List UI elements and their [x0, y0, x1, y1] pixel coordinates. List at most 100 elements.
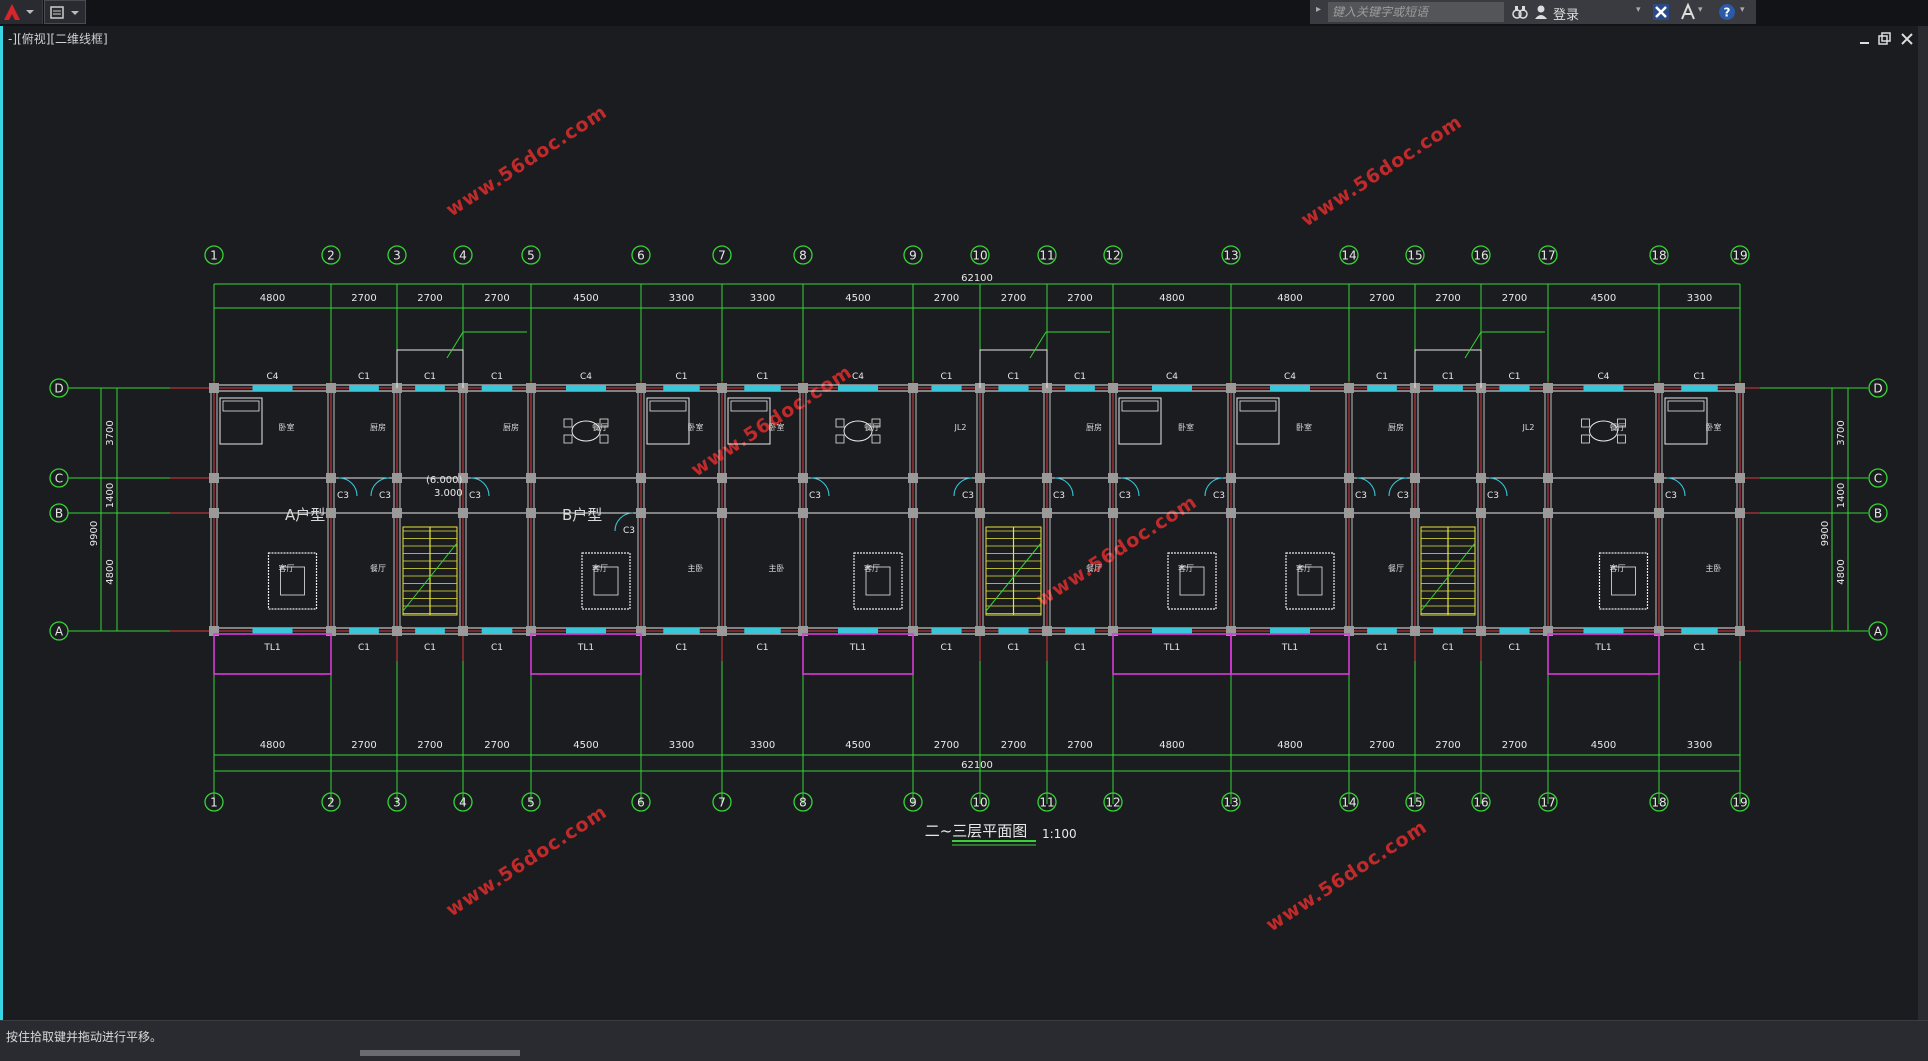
chevron-down-icon[interactable]: ▾: [1636, 5, 1641, 15]
binoculars-icon[interactable]: [1512, 4, 1528, 20]
axis-number: 1: [210, 249, 218, 263]
column: [798, 473, 808, 483]
sofa-rug: [267, 552, 318, 610]
status-bar: [0, 1020, 1928, 1061]
column: [1108, 508, 1118, 518]
axis-number: 10: [972, 249, 987, 263]
room-label: 客厅: [864, 563, 880, 573]
window: [1583, 628, 1624, 634]
room-label: 餐厅: [1086, 564, 1102, 573]
side-total-dimension: 9900: [89, 521, 100, 546]
axis-number: 19: [1732, 249, 1747, 263]
dimension-value: 2700: [351, 740, 376, 751]
window-tag: TL1: [849, 643, 866, 653]
axis-number: 5: [527, 796, 535, 810]
axis-letter: D: [1873, 382, 1882, 396]
room-label: 餐厅: [370, 564, 386, 573]
dimension-value: 2700: [484, 293, 509, 304]
dimension-value: 4800: [1277, 740, 1302, 751]
window: [1152, 385, 1192, 391]
chair: [563, 434, 573, 444]
room-label: 卧室: [279, 422, 295, 432]
column: [717, 508, 727, 518]
autodesk-a360-icon[interactable]: [1679, 3, 1697, 21]
window: [566, 385, 606, 391]
dimension-value: 2700: [1502, 740, 1527, 751]
axis-number: 3: [393, 796, 401, 810]
column: [975, 626, 985, 636]
bed: [1118, 397, 1162, 445]
row-dimension: 4800: [105, 559, 116, 584]
dimension-value: 2700: [1001, 740, 1026, 751]
chair: [599, 434, 609, 444]
row-dimension: 3700: [1836, 420, 1847, 445]
svg-text:?: ?: [1724, 6, 1731, 20]
balcony: [530, 633, 642, 675]
window: [1681, 628, 1718, 634]
room-label: 卧室: [688, 422, 704, 432]
window-tag: C1: [756, 643, 768, 653]
column: [1344, 383, 1354, 393]
bed-pillow: [730, 400, 768, 412]
window: [663, 385, 700, 391]
bed-pillow: [649, 400, 687, 412]
quick-access-toolbar-button[interactable]: [44, 0, 86, 24]
horizontal-scrollbar-thumb[interactable]: [360, 1050, 520, 1056]
dimension-value: 2700: [1067, 740, 1092, 751]
window: [349, 628, 379, 634]
room-label: 卧室: [1178, 422, 1194, 432]
leader-line: [1464, 331, 1482, 359]
help-icon[interactable]: ?: [1718, 3, 1736, 21]
dimension-value: 3300: [1687, 293, 1712, 304]
dimension-value: 2700: [1435, 293, 1460, 304]
dimension-value: 2700: [484, 740, 509, 751]
window: [998, 385, 1029, 391]
sofa-rug: [853, 552, 903, 610]
application-menu-button[interactable]: [0, 0, 43, 24]
window: [1270, 385, 1310, 391]
axis-letter: A: [1874, 625, 1883, 639]
plan-geometry: C4 TL1 C1 C1 C1 C1 C1 C1 C4 TL1 C1 C1 C1 C1 C4 TL1 C1 C1 C…: [209, 331, 1745, 675]
column: [392, 626, 402, 636]
elevation-label: 3.000: [434, 488, 463, 499]
axis-number: 4: [459, 249, 467, 263]
window: [415, 385, 445, 391]
window: [1065, 628, 1095, 634]
window: [663, 628, 700, 634]
window: [252, 385, 293, 391]
chevron-down-icon[interactable]: ▾: [1740, 5, 1745, 15]
axis-letter: B: [1874, 507, 1882, 521]
axis-number: 12: [1105, 249, 1120, 263]
axis-letter: C: [1874, 472, 1882, 486]
user-icon[interactable]: [1534, 4, 1548, 20]
exchange-icon[interactable]: [1652, 3, 1670, 21]
column: [326, 383, 336, 393]
chair: [835, 434, 845, 444]
chevron-down-icon[interactable]: ▾: [1698, 5, 1703, 15]
search-input[interactable]: [1328, 2, 1504, 22]
vertical-scrollbar[interactable]: [1918, 26, 1928, 1028]
sofa-rug: [1285, 552, 1335, 610]
balcony: [1230, 633, 1350, 675]
room-label: 餐厅: [1388, 564, 1404, 573]
chair: [563, 418, 573, 428]
dimension-value: 2700: [934, 740, 959, 751]
dimension-value: 4800: [1159, 293, 1184, 304]
axis-number: 17: [1540, 796, 1555, 810]
axis-letter: B: [55, 507, 63, 521]
window: [1152, 628, 1192, 634]
entrance-canopy: [979, 349, 1048, 388]
column: [1042, 626, 1052, 636]
window-tag: TL1: [1281, 643, 1298, 653]
axis-letter: C: [55, 472, 63, 486]
window: [1499, 628, 1530, 634]
column: [1543, 383, 1553, 393]
column: [1735, 383, 1745, 393]
bed: [646, 397, 690, 445]
axis-letter: D: [54, 382, 63, 396]
leader-line: [446, 331, 464, 359]
window-tag: C1: [1074, 643, 1086, 653]
room-label: 卧室: [1706, 422, 1722, 432]
login-label[interactable]: 登录: [1553, 4, 1579, 23]
expand-search-icon[interactable]: ▸: [1316, 4, 1326, 20]
